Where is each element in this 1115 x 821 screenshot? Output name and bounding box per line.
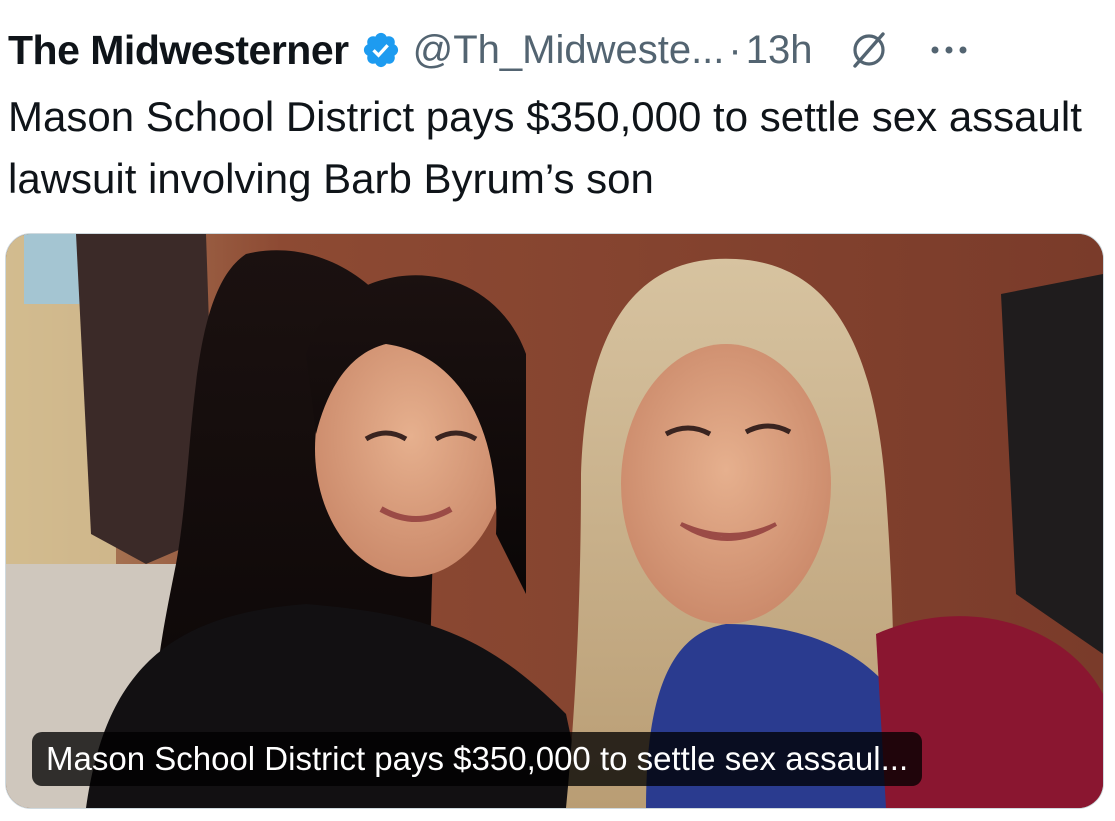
- card-caption[interactable]: Mason School District pays $350,000 to s…: [32, 732, 923, 786]
- display-name[interactable]: The Midwesterner: [8, 27, 349, 74]
- more-options-icon[interactable]: [927, 40, 971, 60]
- link-card-image[interactable]: Mason School District pays $350,000 to s…: [5, 233, 1104, 809]
- timestamp[interactable]: 13h: [746, 28, 813, 73]
- tweet-header: The Midwesterner @Th_Midweste... · 13h: [8, 22, 1108, 78]
- verified-badge-icon[interactable]: [361, 30, 401, 70]
- photo-image: [6, 234, 1103, 808]
- handle[interactable]: @Th_Midweste...: [413, 28, 725, 73]
- separator-dot: ·: [728, 27, 742, 72]
- grok-icon[interactable]: [847, 28, 891, 72]
- tweet-text: Mason School District pays $350,000 to s…: [8, 93, 1082, 202]
- tweet[interactable]: The Midwesterner @Th_Midweste... · 13h M…: [0, 0, 1115, 821]
